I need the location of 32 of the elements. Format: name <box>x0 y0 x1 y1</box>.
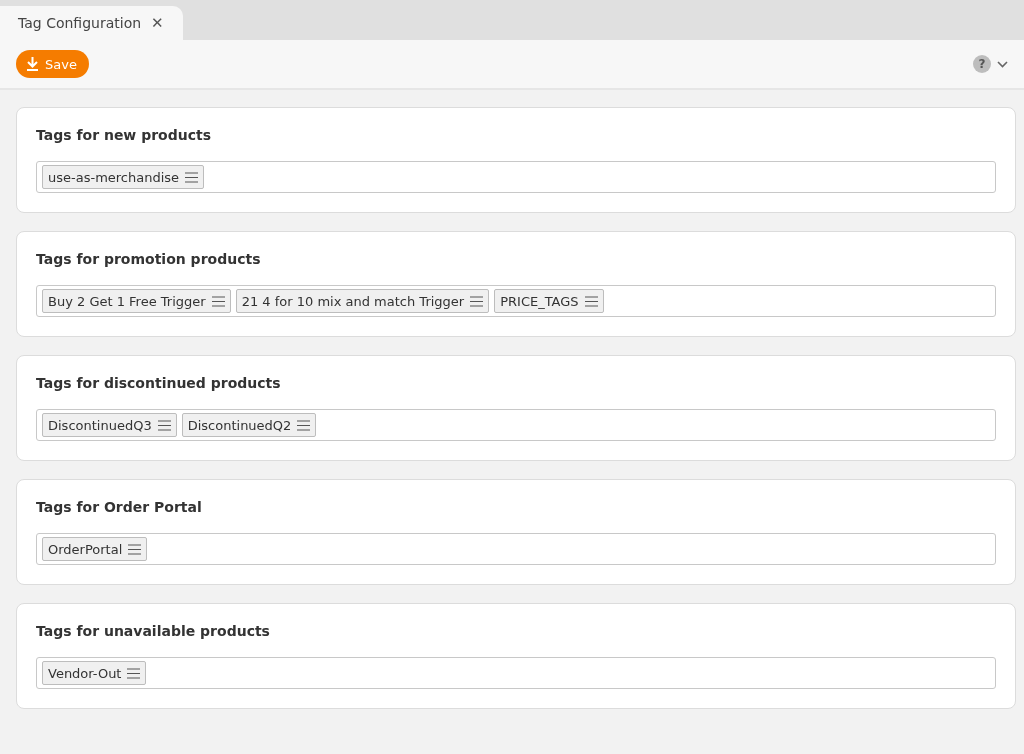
tag-input-field[interactable]: Vendor-Out <box>36 657 996 689</box>
section-title: Tags for discontinued products <box>36 374 282 393</box>
menu-icon[interactable] <box>185 171 199 183</box>
menu-icon[interactable] <box>297 419 311 431</box>
tag-chip[interactable]: OrderPortal <box>42 537 148 561</box>
close-icon[interactable]: ✕ <box>151 14 164 32</box>
help-icon[interactable]: ? <box>973 55 991 73</box>
tag-input-field[interactable]: use-as-merchandise <box>36 161 996 193</box>
tag-input-field[interactable]: DiscontinuedQ3 DiscontinuedQ2 <box>36 409 996 441</box>
tag-chip[interactable]: Vendor-Out <box>42 661 147 685</box>
menu-icon[interactable] <box>128 543 142 555</box>
tab[interactable]: Tag Configuration ✕ <box>0 6 183 40</box>
tag-chip[interactable]: DiscontinuedQ2 <box>181 413 317 437</box>
tag-chip[interactable]: PRICE_TAGS <box>494 289 604 313</box>
tag-chip[interactable]: Buy 2 Get 1 Free Trigger <box>42 289 231 313</box>
menu-icon[interactable] <box>157 419 171 431</box>
section-title: Tags for promotion products <box>36 250 262 269</box>
section-title: Tags for unavailable products <box>36 622 271 641</box>
tag-chip[interactable]: 21 4 for 10 mix and match Trigger <box>235 289 490 313</box>
section-title: Tags for new products <box>36 126 213 145</box>
menu-icon[interactable] <box>584 295 598 307</box>
menu-icon[interactable] <box>211 295 225 307</box>
section-title: Tags for Order Portal <box>36 498 203 517</box>
download-icon <box>26 57 39 71</box>
tag-chip[interactable]: use-as-merchandise <box>42 165 205 189</box>
tag-input-field[interactable]: Buy 2 Get 1 Free Trigger 21 4 for 10 mix and match Trigger PRICE_TAGS <box>36 285 996 317</box>
tag-input-field[interactable]: OrderPortal <box>36 533 996 565</box>
tag-chip[interactable]: DiscontinuedQ3 <box>42 413 177 437</box>
tab-title: Tag Configuration <box>18 15 142 31</box>
menu-icon[interactable] <box>127 667 141 679</box>
menu-icon[interactable] <box>470 295 484 307</box>
chevron-down-icon[interactable] <box>997 60 1008 68</box>
